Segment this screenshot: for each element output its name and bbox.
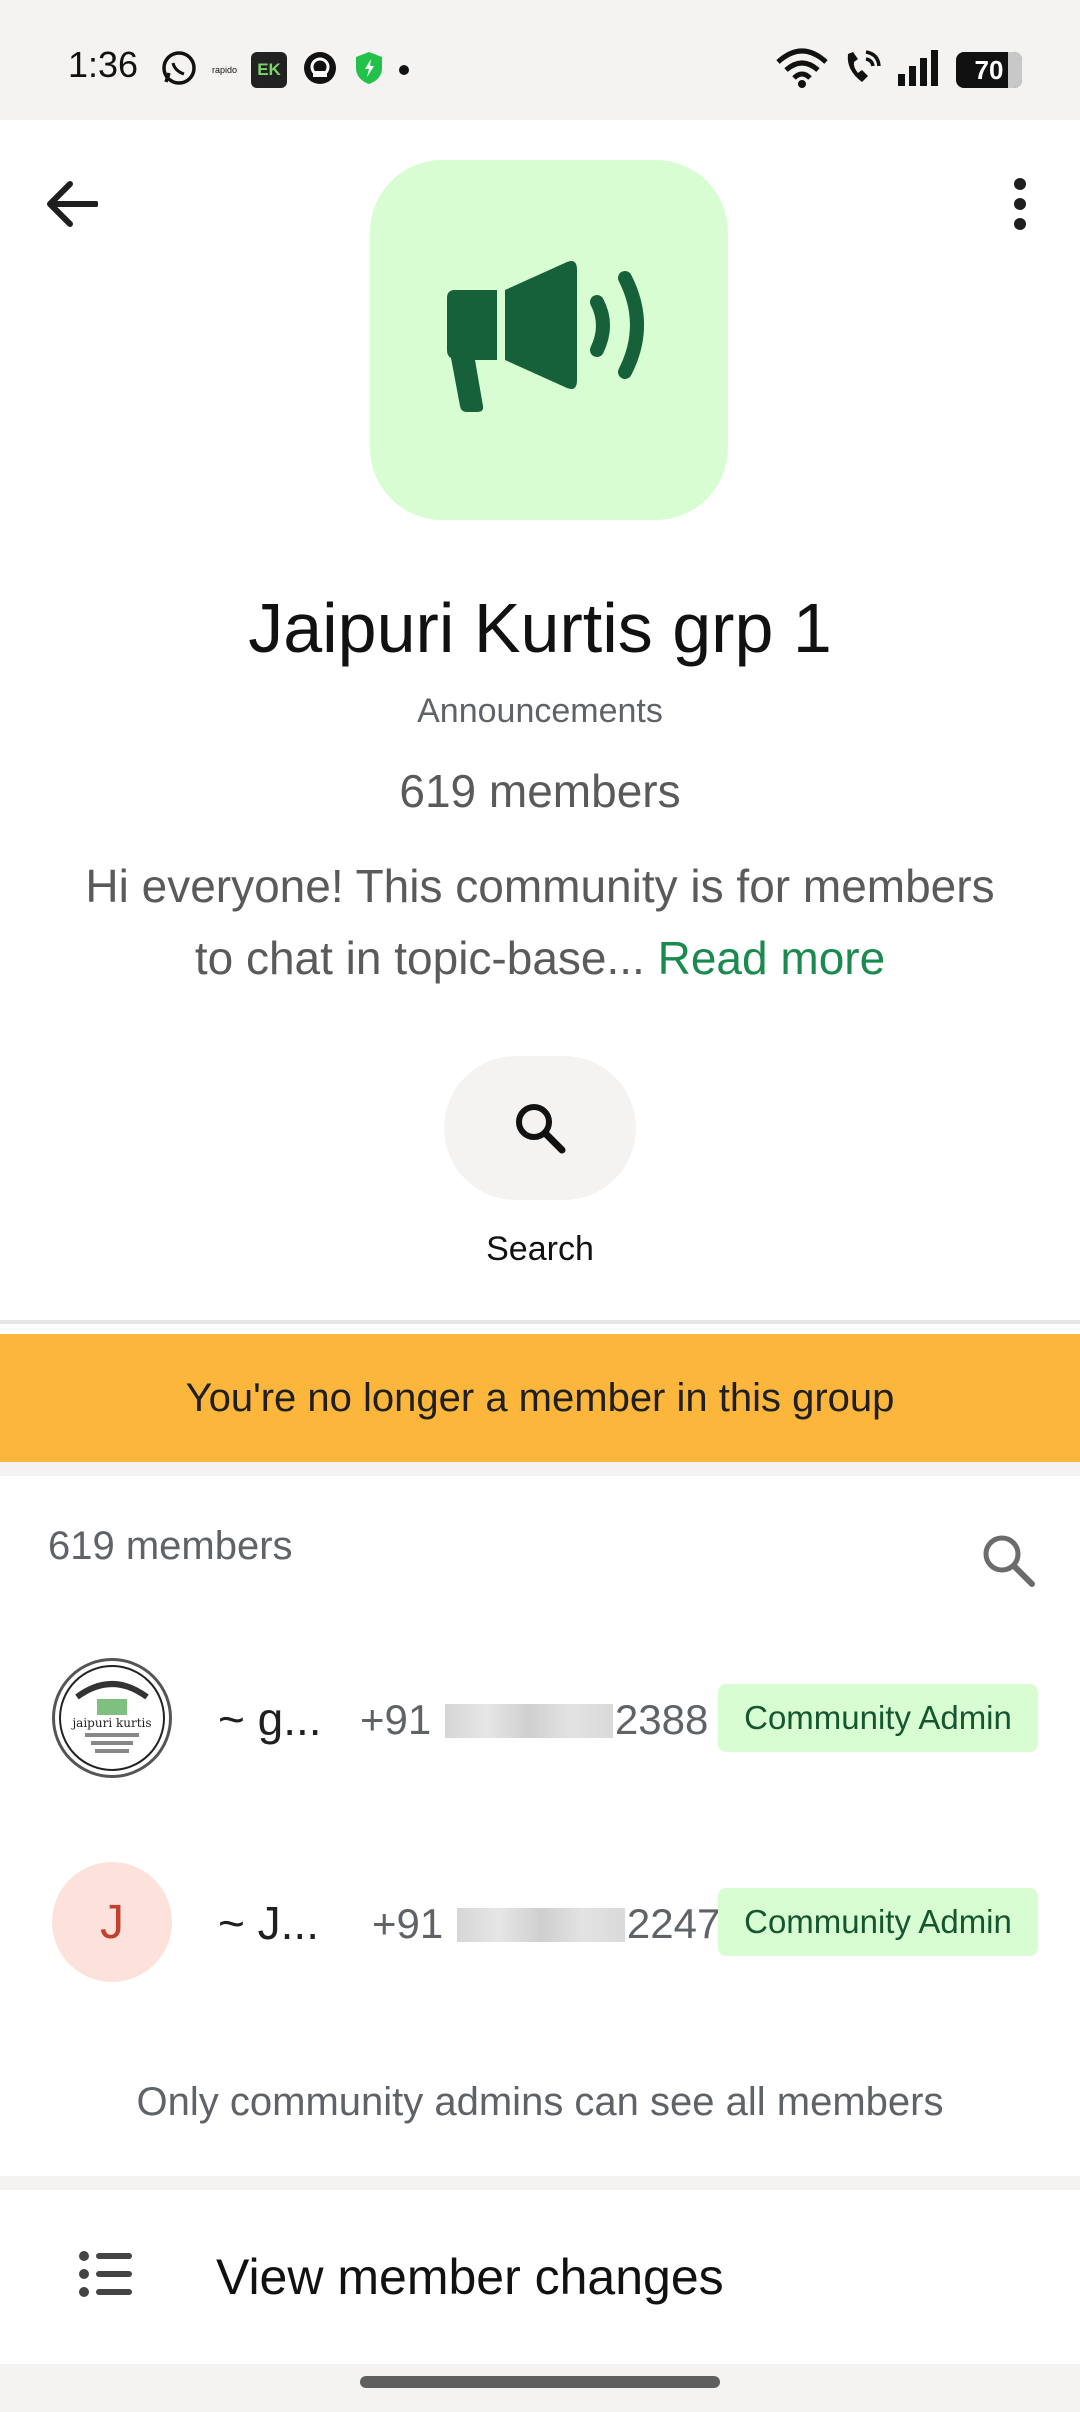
section-divider (0, 2176, 1080, 2190)
rapido-icon: rapido (212, 65, 238, 75)
dot-icon (399, 65, 410, 75)
member-phone: +91 2247 (372, 1900, 720, 1948)
phone-prefix: +91 (372, 1900, 444, 1947)
redacted-digits (444, 1704, 613, 1738)
search-icon (983, 1535, 1035, 1587)
members-count-header: 619 members (48, 1524, 293, 1568)
member-row[interactable]: J ~ J... +91 2247 Community Admin (0, 1852, 1080, 1992)
battery-icon: 70 (956, 52, 1022, 88)
group-subtitle: Announcements (417, 692, 663, 730)
phone-prefix: +91 (360, 1696, 432, 1743)
more-vertical-icon (1014, 178, 1026, 230)
member-name: ~ J... (218, 1897, 319, 1949)
community-admin-badge: Community Admin (718, 1888, 1038, 1956)
search-label: Search (486, 1230, 594, 1268)
signal-icon (896, 48, 942, 93)
system-icons: 70 (776, 44, 1022, 96)
list-icon (79, 2251, 132, 2297)
notification-icons: rapido EK (160, 48, 410, 92)
members-search-button[interactable] (976, 1528, 1040, 1592)
back-button[interactable] (36, 168, 108, 240)
phone-suffix: 2247 (626, 1900, 721, 1947)
jaipuri-kurtis-logo: jaipuri kurtis (59, 1665, 165, 1771)
member-row[interactable]: jaipuri kurtis ~ g... +91 2388 Community… (0, 1648, 1080, 1788)
view-member-changes-button[interactable]: View member changes (0, 2200, 1080, 2350)
logo-text: jaipuri kurtis (70, 1716, 151, 1730)
arrow-back-icon (47, 181, 98, 227)
view-member-changes-label: View member changes (216, 2249, 724, 2305)
redacted-digits (456, 1908, 625, 1942)
avatar-letter: J (100, 1895, 124, 1949)
navigation-bar (0, 2364, 1080, 2412)
group-avatar[interactable] (370, 160, 728, 520)
phone-suffix: 2388 (614, 1696, 709, 1743)
section-divider (0, 1462, 1080, 1476)
ek-app-label: EK (257, 60, 281, 79)
wifi-calling-icon (842, 48, 882, 93)
community-admin-badge: Community Admin (718, 1684, 1038, 1752)
ek-app-icon: EK (251, 52, 288, 88)
wifi-icon (776, 48, 828, 93)
group-info-screen: 1:36 rapido EK 70 Jaipuri Kurtis grp 1 A… (0, 0, 1080, 2412)
admins-only-note: Only community admins can see all member… (136, 2080, 944, 2124)
search-icon (516, 1104, 566, 1154)
not-member-banner: You're no longer a member in this group (0, 1334, 1080, 1462)
member-name: ~ g... (218, 1693, 322, 1745)
read-more-link[interactable]: Read more (658, 932, 886, 984)
group-member-count: 619 members (399, 765, 681, 817)
avatar: J (52, 1862, 172, 1982)
member-phone: +91 2388 (360, 1696, 708, 1744)
chat-app-icon (301, 49, 339, 92)
divider (0, 1320, 1080, 1324)
megaphone-icon (447, 261, 644, 412)
group-description: Hi everyone! This community is for membe… (60, 850, 1020, 994)
shield-icon (353, 50, 385, 91)
home-indicator[interactable] (360, 2376, 720, 2388)
more-options-button[interactable] (984, 168, 1056, 240)
search-button[interactable] (444, 1056, 636, 1200)
status-time: 1:36 (68, 44, 139, 85)
avatar: jaipuri kurtis (52, 1658, 172, 1778)
group-title: Jaipuri Kurtis grp 1 (248, 589, 832, 667)
status-bar: 1:36 rapido EK 70 (0, 0, 1080, 120)
whatsapp-icon (160, 49, 198, 92)
battery-level: 70 (974, 54, 1004, 85)
